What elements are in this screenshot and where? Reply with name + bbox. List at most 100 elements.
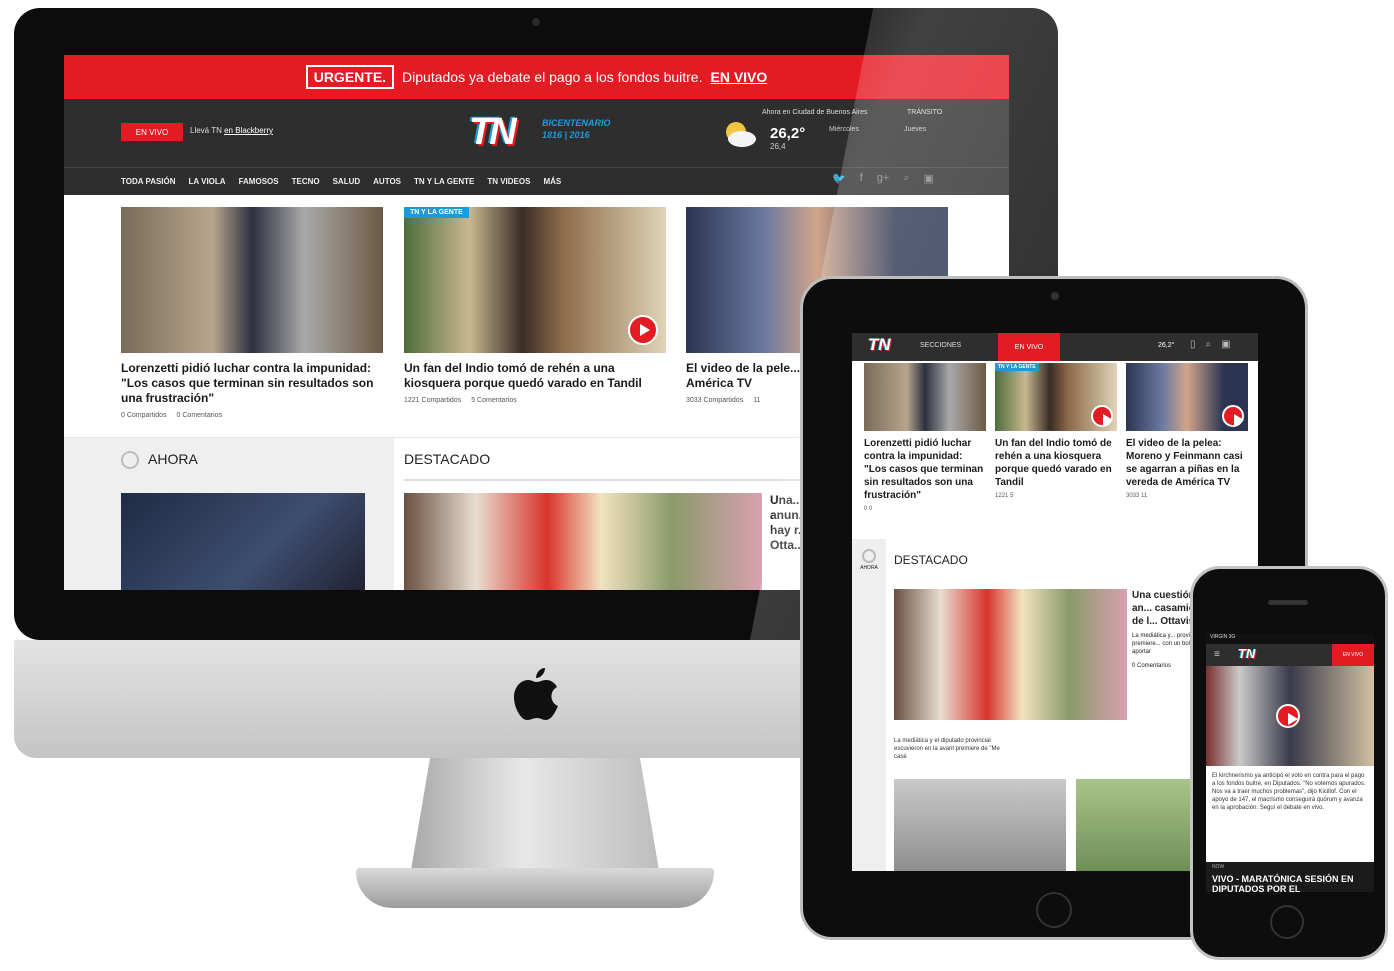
- nav-item[interactable]: TECNO: [292, 177, 320, 186]
- sections-menu[interactable]: SECCIONES: [920, 342, 961, 349]
- search-icon[interactable]: ⌕: [1206, 339, 1212, 350]
- imac-camera: [532, 18, 540, 26]
- transito-link[interactable]: TRÁNSITO: [907, 109, 942, 116]
- news-image[interactable]: [864, 363, 986, 431]
- destacado-image[interactable]: [894, 589, 1127, 720]
- current-temperature: 26,2°: [1158, 342, 1175, 349]
- nav-item[interactable]: TN Y LA GENTE: [414, 177, 474, 186]
- video-thumbnail[interactable]: [1206, 666, 1374, 766]
- news-title[interactable]: Lorenzetti pidió luchar contra la impuni…: [121, 361, 383, 406]
- shares-count: 3033 Compartidos: [686, 397, 744, 404]
- destacado-heading: DESTACADO: [404, 451, 491, 467]
- ahora-video-thumbnail[interactable]: [121, 493, 365, 590]
- facebook-icon[interactable]: f: [860, 172, 863, 185]
- news-image[interactable]: [121, 207, 383, 353]
- nav-icons: 🐦 f g+ ⌕ ▣: [832, 172, 934, 185]
- twitter-icon[interactable]: 🐦: [832, 172, 846, 185]
- news-title[interactable]: Un fan del Indio tomó de rehén a una kio…: [404, 361, 666, 391]
- news-card[interactable]: El video de la pelea: Moreno y Feinmann …: [1126, 363, 1248, 499]
- news-image[interactable]: [894, 779, 1066, 871]
- forecast-day-2: Jueves: [904, 126, 927, 133]
- news-title[interactable]: Lorenzetti pidió luchar contra la impuni…: [864, 437, 986, 502]
- clock-icon: [862, 549, 876, 563]
- news-meta: 0 0: [864, 506, 873, 512]
- comments-count[interactable]: 5 Comentarios: [471, 397, 517, 404]
- news-card[interactable]: TN Y LA GENTE Un fan del Indio tomó de r…: [995, 363, 1117, 499]
- urgent-live-link[interactable]: EN VIVO: [710, 69, 767, 85]
- live-button[interactable]: EN VIVO: [1332, 644, 1374, 666]
- ipad-camera: [1051, 292, 1059, 300]
- category-tag[interactable]: TN Y LA GENTE: [995, 363, 1039, 371]
- ahora-sidebar: AHORA: [852, 539, 886, 871]
- destacado-heading: DESTACADO: [894, 553, 968, 567]
- play-video-icon[interactable]: [628, 315, 658, 345]
- play-video-icon[interactable]: [1222, 405, 1244, 427]
- weather-location[interactable]: Ahora en Ciudad de Buenos Aires: [762, 109, 867, 116]
- user-icon[interactable]: ▣: [923, 172, 933, 185]
- temperature-secondary: 26,4: [770, 142, 786, 151]
- destacado-image[interactable]: [404, 493, 762, 590]
- urgent-banner[interactable]: URGENTE. Diputados ya debate el pago a l…: [64, 55, 1009, 99]
- iphone-speaker: [1268, 600, 1308, 605]
- google-plus-icon[interactable]: g+: [877, 172, 890, 185]
- comments-count[interactable]: 11: [753, 397, 760, 404]
- tn-logo[interactable]: TN: [469, 111, 517, 154]
- ipad-home-button[interactable]: [1036, 892, 1072, 928]
- news-title[interactable]: El video de la pelea: Moreno y Feinmann …: [1126, 437, 1248, 489]
- shares-count: 1221 Compartidos: [404, 397, 462, 404]
- headline-kicker: NOW: [1212, 864, 1225, 870]
- article-body: El kirchnerismo ya anticipó el voto en c…: [1212, 773, 1366, 811]
- bicentenario-title: BICENTENARIO: [542, 118, 611, 128]
- news-meta: 0 Compartidos 0 Comentarios: [121, 412, 383, 419]
- category-tag[interactable]: TN Y LA GENTE: [404, 207, 469, 218]
- partly-cloudy-icon: [726, 122, 756, 147]
- nav-item[interactable]: AUTOS: [373, 177, 401, 186]
- bicentenario-years: 1816 | 2016: [542, 130, 590, 140]
- iphone-home-button[interactable]: [1270, 905, 1304, 939]
- apple-logo-icon: [514, 668, 558, 720]
- urgent-tag: URGENTE.: [305, 65, 395, 89]
- nav-item[interactable]: LA VIOLA: [189, 177, 226, 186]
- play-video-icon[interactable]: [1091, 405, 1113, 427]
- news-title[interactable]: Un fan del Indio tomó de rehén a una kio…: [995, 437, 1117, 489]
- search-icon[interactable]: ⌕: [903, 172, 909, 185]
- news-image[interactable]: TN Y LA GENTE: [995, 363, 1117, 431]
- tn-logo[interactable]: TN: [868, 335, 891, 355]
- nav-item[interactable]: TODA PASIÓN: [121, 177, 176, 186]
- ahora-heading: AHORA: [148, 451, 198, 467]
- clock-icon: [121, 451, 139, 469]
- imac-stand-neck: [410, 758, 660, 876]
- nav-item[interactable]: FAMOSOS: [239, 177, 279, 186]
- nav-item[interactable]: MÁS: [543, 177, 561, 186]
- news-meta: 1221 5: [995, 493, 1014, 499]
- blackberry-link[interactable]: en Blackberry: [224, 126, 273, 135]
- news-image[interactable]: TN Y LA GENTE: [404, 207, 666, 353]
- forecast-day-1: Miércoles: [829, 126, 859, 133]
- blackberry-promo[interactable]: Llevá TN en Blackberry: [190, 126, 273, 135]
- user-icon[interactable]: ▣: [1221, 339, 1230, 350]
- blackberry-prefix: Llevá TN: [190, 126, 222, 135]
- imac-stand-foot: [356, 868, 714, 908]
- bicentenario-badge: BICENTENARIO 1816 | 2016: [542, 117, 611, 141]
- menu-icon[interactable]: ≡: [1214, 649, 1220, 660]
- ahora-label: AHORA: [860, 565, 878, 571]
- urgent-message: Diputados ya debate el pago a los fondos…: [402, 69, 703, 85]
- nav-item[interactable]: SALUD: [333, 177, 361, 186]
- news-card[interactable]: Lorenzetti pidió luchar contra la impuni…: [864, 363, 986, 512]
- current-temperature: 26,2°: [770, 125, 806, 142]
- news-meta: 3033 11: [1126, 493, 1148, 499]
- comments-count[interactable]: 0 Comentarios: [177, 412, 223, 419]
- destacado-rule: [404, 479, 824, 481]
- news-image[interactable]: [1126, 363, 1248, 431]
- news-meta: 1221 Compartidos 5 Comentarios: [404, 397, 666, 404]
- live-button[interactable]: EN VIVO: [121, 123, 183, 141]
- headline-text[interactable]: VIVO - MARATÓNICA SESIÓN EN DIPUTADOS PO…: [1212, 874, 1372, 892]
- live-button[interactable]: EN VIVO: [998, 333, 1060, 361]
- battery-icon: ▯: [1190, 339, 1196, 350]
- status-bar: VIRGIN 3G: [1206, 634, 1374, 644]
- news-card[interactable]: Lorenzetti pidió luchar contra la impuni…: [121, 207, 383, 419]
- play-video-icon[interactable]: [1276, 704, 1300, 728]
- news-card[interactable]: TN Y LA GENTE Un fan del Indio tomó de r…: [404, 207, 666, 404]
- tn-logo[interactable]: TN: [1238, 646, 1255, 661]
- nav-item[interactable]: TN VIDEOS: [487, 177, 530, 186]
